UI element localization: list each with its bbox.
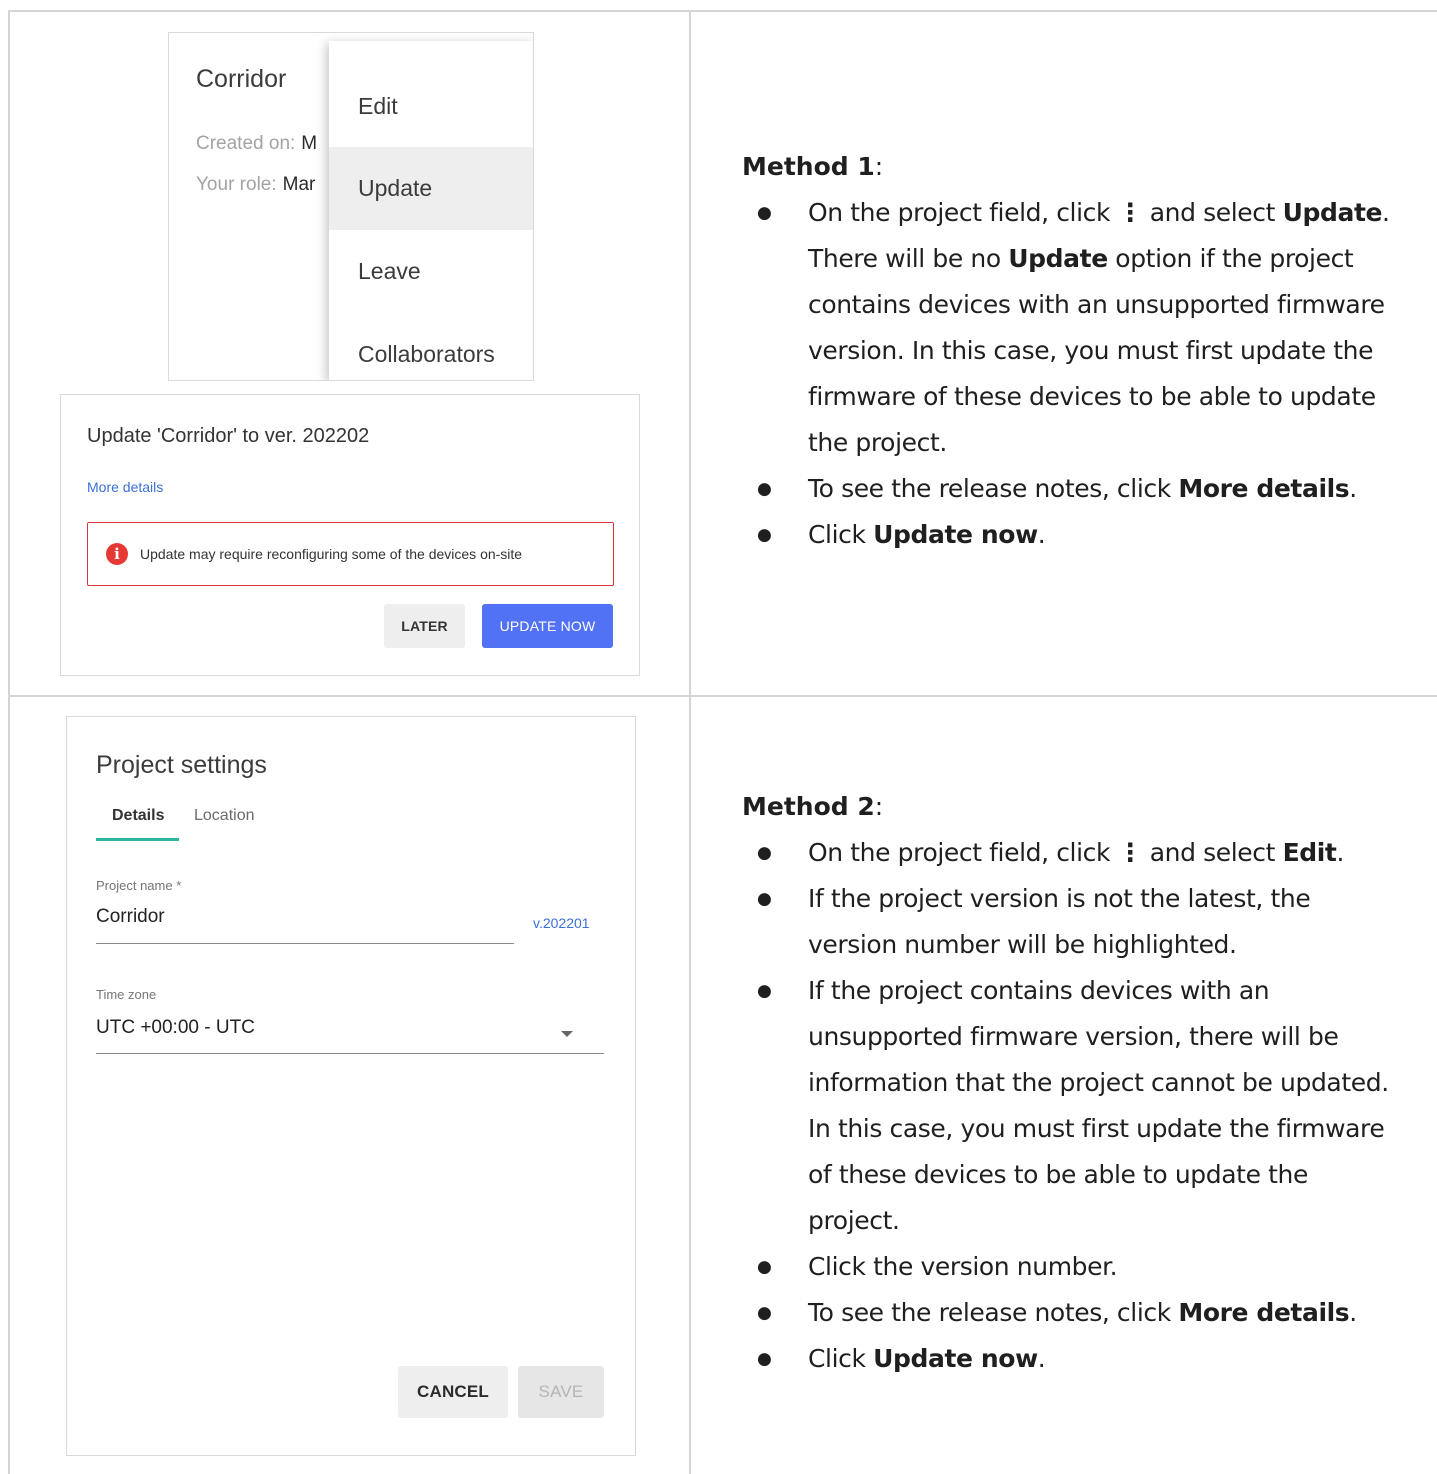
more-details-link[interactable]: More details bbox=[87, 479, 163, 495]
method2-step-6: Click Update now. bbox=[742, 1336, 1402, 1382]
project-settings-title: Project settings bbox=[96, 751, 267, 779]
time-zone-label: Time zone bbox=[96, 987, 157, 1002]
method2-list: On the project field, click ⋮ and select… bbox=[742, 830, 1402, 1382]
project-name-underline bbox=[96, 943, 514, 944]
method1-heading: Method 1: bbox=[742, 152, 884, 181]
kebab-menu-icon: ⋮ bbox=[1117, 198, 1143, 227]
method1-step-3: Click Update now. bbox=[742, 512, 1402, 558]
m1-b1-mid: and select bbox=[1142, 198, 1283, 227]
m1-b1-text: On the project field, click bbox=[808, 198, 1118, 227]
m1-b1-p2-bold: Update bbox=[1008, 244, 1108, 273]
m1-b1-p2-pre: There will be no bbox=[808, 244, 1009, 273]
m2-b1-post: . bbox=[1336, 838, 1345, 867]
version-number-link[interactable]: v.202201 bbox=[533, 915, 590, 931]
project-name-input[interactable]: Corridor bbox=[96, 906, 165, 928]
update-now-button[interactable]: UPDATE NOW bbox=[482, 604, 613, 648]
chevron-down-icon[interactable] bbox=[561, 1031, 573, 1037]
save-button[interactable]: SAVE bbox=[518, 1366, 604, 1418]
menu-item-edit[interactable]: Edit bbox=[329, 65, 533, 148]
method2-step-4: Click the version number. bbox=[742, 1244, 1402, 1290]
role-row: Your role: Mar bbox=[196, 174, 315, 196]
later-button[interactable]: LATER bbox=[384, 604, 465, 648]
method2-title: Method 2 bbox=[742, 792, 875, 821]
m1-b3-post: . bbox=[1037, 520, 1046, 549]
table-border-left bbox=[8, 10, 10, 1474]
time-zone-select[interactable]: UTC +00:00 - UTC bbox=[96, 1017, 255, 1039]
error-info-icon: i bbox=[106, 543, 128, 565]
m2-b6-post: . bbox=[1037, 1344, 1046, 1373]
m2-b5-pre: To see the release notes, click bbox=[808, 1298, 1179, 1327]
m1-b3-pre: Click bbox=[808, 520, 874, 549]
method2-instructions: Method 2: On the project field, click ⋮ … bbox=[742, 784, 1402, 1382]
m1-b1-post: . bbox=[1382, 198, 1390, 227]
m2-b6-bold: Update now bbox=[873, 1344, 1038, 1373]
m2-b1-mid: and select bbox=[1142, 838, 1283, 867]
active-tab-indicator bbox=[96, 838, 179, 841]
method1-step-1: On the project field, click ⋮ and select… bbox=[742, 190, 1402, 466]
m2-b5-bold: More details bbox=[1178, 1298, 1350, 1327]
update-dialog-title: Update 'Corridor' to ver. 202202 bbox=[87, 425, 370, 447]
project-name: Corridor bbox=[196, 65, 287, 93]
m2-b5-post: . bbox=[1349, 1298, 1357, 1327]
method2-step-2: If the project version is not the latest… bbox=[742, 876, 1402, 968]
tab-location[interactable]: Location bbox=[194, 807, 255, 825]
time-zone-underline bbox=[96, 1053, 604, 1054]
method1-instructions: Method 1: On the project field, click ⋮ … bbox=[742, 144, 1402, 558]
kebab-menu-icon: ⋮ bbox=[1117, 838, 1143, 867]
table-row-divider bbox=[8, 695, 1437, 697]
role-label: Your role: bbox=[196, 174, 277, 195]
method2-heading: Method 2: bbox=[742, 792, 884, 821]
method1-step-2: To see the release notes, click More det… bbox=[742, 466, 1402, 512]
method1-list: On the project field, click ⋮ and select… bbox=[742, 190, 1402, 558]
m2-b1-pre: On the project field, click bbox=[808, 838, 1118, 867]
menu-item-update[interactable]: Update bbox=[329, 147, 533, 230]
m1-b1-p2-post: option if the project contains devices w… bbox=[808, 244, 1385, 457]
project-card: Corridor Created on: M Your role: Mar Edit… bbox=[168, 32, 534, 381]
tab-details[interactable]: Details bbox=[112, 807, 164, 825]
method2-step-3: If the project contains devices with an … bbox=[742, 968, 1402, 1244]
project-context-menu: Edit Update Leave Collaborators bbox=[329, 41, 533, 380]
m2-b1-bold: Edit bbox=[1282, 838, 1337, 867]
warning-box: i Update may require reconfiguring some … bbox=[87, 522, 614, 586]
m1-b2-post: . bbox=[1349, 474, 1357, 503]
created-on-value: M bbox=[301, 133, 318, 154]
m1-b2-bold: More details bbox=[1178, 474, 1350, 503]
warning-text: Update may require reconfiguring some of… bbox=[140, 546, 523, 562]
table-column-divider bbox=[689, 10, 691, 1474]
m2-b6-pre: Click bbox=[808, 1344, 874, 1373]
method2-step-5: To see the release notes, click More det… bbox=[742, 1290, 1402, 1336]
menu-item-collaborators[interactable]: Collaborators bbox=[329, 313, 533, 380]
m1-b2-pre: To see the release notes, click bbox=[808, 474, 1179, 503]
m1-b1-bold: Update bbox=[1282, 198, 1383, 227]
created-on-row: Created on: M bbox=[196, 133, 317, 155]
cancel-button[interactable]: CANCEL bbox=[398, 1366, 508, 1418]
method2-step-1: On the project field, click ⋮ and select… bbox=[742, 830, 1402, 876]
created-on-label: Created on: bbox=[196, 133, 296, 154]
update-dialog: Update 'Corridor' to ver. 202202 More de… bbox=[60, 394, 640, 676]
project-name-label: Project name * bbox=[96, 878, 182, 893]
m1-b3-bold: Update now bbox=[873, 520, 1038, 549]
project-settings-dialog: Project settings Details Location Projec… bbox=[66, 716, 636, 1456]
role-value: Mar bbox=[282, 174, 316, 195]
table-border-top bbox=[8, 10, 1437, 12]
menu-item-leave[interactable]: Leave bbox=[329, 230, 533, 313]
method1-title: Method 1 bbox=[742, 152, 875, 181]
